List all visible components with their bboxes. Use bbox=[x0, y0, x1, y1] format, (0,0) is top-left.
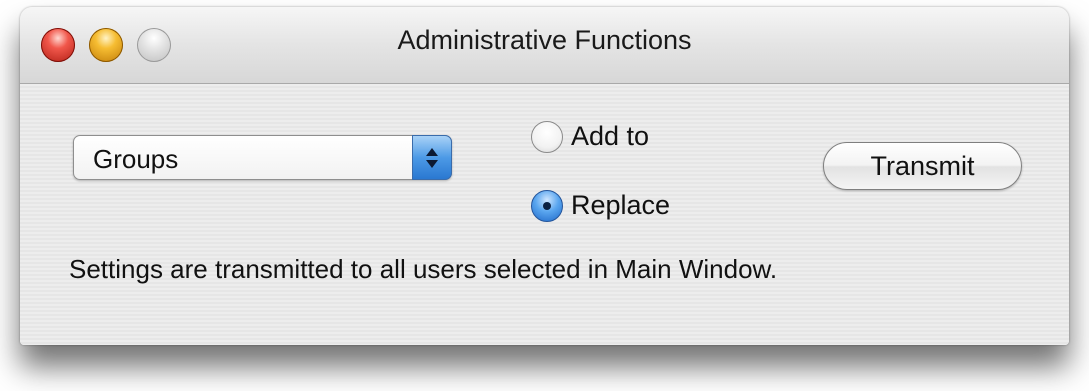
title-bar[interactable]: Administrative Functions bbox=[20, 7, 1069, 84]
window-title: Administrative Functions bbox=[397, 25, 692, 55]
radio-selected-dot bbox=[543, 202, 551, 210]
replace-label[interactable]: Replace bbox=[571, 190, 670, 221]
groups-popup-button[interactable]: Groups bbox=[73, 135, 452, 180]
administrative-functions-window: Administrative Functions Groups Add to R… bbox=[20, 7, 1069, 345]
window-content: Groups Add to Replace Transmit Settings … bbox=[20, 84, 1069, 345]
replace-radio[interactable] bbox=[531, 190, 563, 222]
chevron-updown-icon[interactable] bbox=[412, 135, 452, 180]
popup-selected-value: Groups bbox=[93, 144, 179, 174]
transmit-button[interactable]: Transmit bbox=[823, 142, 1022, 190]
add-to-label[interactable]: Add to bbox=[571, 121, 649, 152]
status-message: Settings are transmitted to all users se… bbox=[69, 254, 778, 284]
add-to-radio[interactable] bbox=[531, 121, 563, 153]
